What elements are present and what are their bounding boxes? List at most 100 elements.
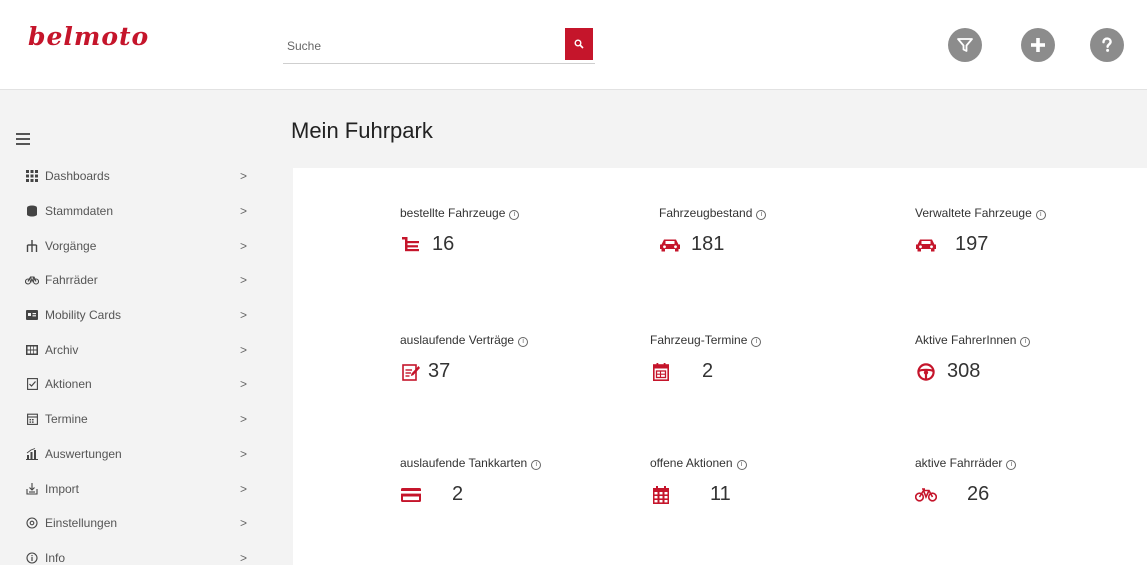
sidebar-item-label: Fahrräder <box>45 273 98 288</box>
sidebar-item-import[interactable]: Import > <box>0 471 262 506</box>
credit-card-icon <box>400 484 422 506</box>
add-icon <box>1031 38 1045 52</box>
search-icon <box>574 39 584 49</box>
info-icon[interactable]: i <box>1006 460 1017 470</box>
kpi-title: Verwaltete Fahrzeuge <box>915 206 1032 220</box>
menu-toggle-icon[interactable] <box>16 133 30 145</box>
info-icon[interactable]: i <box>509 210 520 220</box>
sidebar-item-auswertungen[interactable]: Auswertungen > <box>0 437 262 472</box>
sidebar-item-fahrraeder[interactable]: Fahrräder > <box>0 263 262 298</box>
calendar-grid-icon <box>650 484 672 506</box>
kpi-title-wrap: bestellte Fahrzeuge i <box>400 206 520 220</box>
checklist-icon <box>25 377 39 391</box>
sidebar-item-aktionen[interactable]: Aktionen > <box>0 367 262 402</box>
sidebar-item-label: Archiv <box>45 342 79 357</box>
info-icon <box>25 551 39 565</box>
car-icon <box>659 234 681 256</box>
chevron-right-icon: > <box>240 550 248 565</box>
sidebar: Dashboards > Stammdaten > Vorgänge > Fah… <box>0 91 262 565</box>
filter-icon <box>957 38 973 52</box>
kpi-title: auslaufende Tankkarten <box>400 456 528 470</box>
kpi-title-wrap: auslaufende Tankkarten i <box>400 456 542 470</box>
page-title: Mein Fuhrpark <box>291 118 433 143</box>
sidebar-item-label: Vorgänge <box>45 238 97 253</box>
chevron-right-icon: > <box>240 308 248 323</box>
kpi-auslaufende-tankkarten[interactable]: auslaufende Tankkarten i 2 <box>400 456 620 536</box>
sidebar-item-einstellungen[interactable]: Einstellungen > <box>0 506 262 541</box>
search-button[interactable] <box>565 28 593 60</box>
kpi-title-wrap: Verwaltete Fahrzeuge i <box>915 206 1046 220</box>
kpi-value: 181 <box>691 233 725 255</box>
info-icon[interactable]: i <box>531 460 542 470</box>
filter-button[interactable] <box>948 28 982 62</box>
kpi-title: aktive Fahrräder <box>915 456 1003 470</box>
info-icon[interactable]: i <box>1020 337 1031 347</box>
chevron-right-icon: > <box>240 169 248 184</box>
sidebar-item-label: Auswertungen <box>45 446 122 461</box>
cart-icon <box>400 234 422 256</box>
hierarchy-icon <box>25 239 39 253</box>
info-icon[interactable]: i <box>518 337 529 347</box>
calendar-icon <box>650 361 672 383</box>
sidebar-item-vorgaenge[interactable]: Vorgänge > <box>0 228 262 263</box>
info-icon[interactable]: i <box>1035 210 1046 220</box>
chevron-right-icon: > <box>240 238 248 253</box>
search-bar <box>283 28 595 64</box>
kpi-value: 26 <box>967 483 990 505</box>
kpi-title: offene Aktionen <box>650 456 733 470</box>
card-icon <box>25 308 39 322</box>
info-icon[interactable]: i <box>756 210 767 220</box>
bicycle-icon <box>915 484 937 506</box>
kpi-title-wrap: offene Aktionen i <box>650 456 747 470</box>
chart-icon <box>25 447 39 461</box>
kpi-title: Aktive FahrerInnen <box>915 333 1017 347</box>
kpi-aktive-fahrraeder[interactable]: aktive Fahrräder i 26 <box>915 456 1135 536</box>
sidebar-item-stammdaten[interactable]: Stammdaten > <box>0 194 262 229</box>
chevron-right-icon: > <box>240 204 248 219</box>
help-button[interactable] <box>1090 28 1124 62</box>
sidebar-nav: Dashboards > Stammdaten > Vorgänge > Fah… <box>0 159 262 565</box>
kpi-offene-aktionen[interactable]: offene Aktionen i 11 <box>650 456 870 536</box>
steering-wheel-icon <box>915 361 937 383</box>
sidebar-item-label: Termine <box>45 412 88 427</box>
kpi-value: 37 <box>428 360 451 382</box>
kpi-auslaufende-vertraege[interactable]: auslaufende Verträge i 37 <box>400 333 620 413</box>
info-icon[interactable]: i <box>736 460 747 470</box>
contract-icon <box>400 361 422 383</box>
chevron-right-icon: > <box>240 481 248 496</box>
sidebar-item-label: Aktionen <box>45 377 92 392</box>
grid-icon <box>25 169 39 183</box>
kpi-value: 197 <box>955 233 989 255</box>
import-icon <box>25 482 39 496</box>
kpi-title: bestellte Fahrzeuge <box>400 206 506 220</box>
add-button[interactable] <box>1021 28 1055 62</box>
brand-logo[interactable]: belmoto <box>28 22 149 51</box>
kpi-title-wrap: aktive Fahrräder i <box>915 456 1017 470</box>
kpi-aktive-fahrerinnen[interactable]: Aktive FahrerInnen i 308 <box>915 333 1135 413</box>
sidebar-item-label: Mobility Cards <box>45 308 122 323</box>
database-icon <box>25 204 39 218</box>
kpi-title-wrap: auslaufende Verträge i <box>400 333 529 347</box>
sidebar-item-label: Dashboards <box>45 169 110 184</box>
info-icon[interactable]: i <box>751 337 762 347</box>
sidebar-item-mobility-cards[interactable]: Mobility Cards > <box>0 298 262 333</box>
kpi-verwaltete-fahrzeuge[interactable]: Verwaltete Fahrzeuge i 197 <box>915 206 1135 286</box>
search-input[interactable] <box>283 36 553 56</box>
kpi-panel: bestellte Fahrzeuge i 16 Fahrzeugbestand i… <box>293 168 1147 565</box>
sidebar-item-termine[interactable]: Termine > <box>0 402 262 437</box>
kpi-title: auslaufende Verträge <box>400 333 515 347</box>
kpi-bestellte-fahrzeuge[interactable]: bestellte Fahrzeuge i 16 <box>400 206 620 286</box>
kpi-fahrzeug-termine[interactable]: Fahrzeug-Termine i 2 <box>650 333 870 413</box>
archive-icon <box>25 343 39 357</box>
kpi-title-wrap: Aktive FahrerInnen i <box>915 333 1031 347</box>
sidebar-item-info[interactable]: Info > <box>0 541 262 565</box>
sidebar-item-label: Stammdaten <box>45 204 114 219</box>
sidebar-item-dashboards[interactable]: Dashboards > <box>0 159 262 194</box>
kpi-title: Fahrzeug-Termine <box>650 333 748 347</box>
chevron-right-icon: > <box>240 342 248 357</box>
sidebar-item-archiv[interactable]: Archiv > <box>0 332 262 367</box>
car-icon <box>915 234 937 256</box>
sidebar-item-label: Info <box>45 550 66 565</box>
top-bar: belmoto <box>0 0 1147 90</box>
kpi-fahrzeugbestand[interactable]: Fahrzeugbestand i 181 <box>659 206 879 286</box>
